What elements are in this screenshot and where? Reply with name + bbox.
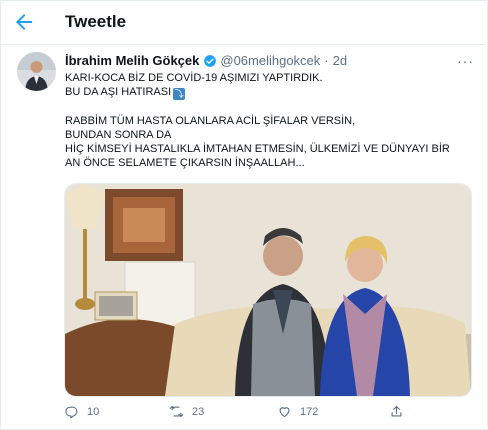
retweet-icon xyxy=(169,405,184,418)
like-icon xyxy=(279,407,290,418)
author-name[interactable]: İbrahim Melih Gökçek xyxy=(65,53,199,68)
tweet-actions: 10 23 172 xyxy=(64,404,424,422)
verified-badge-icon xyxy=(204,54,217,67)
arrow-emoji-icon: ⤵ xyxy=(173,88,186,100)
author-handle[interactable]: @06melihgokcek xyxy=(220,53,320,68)
back-arrow-icon[interactable] xyxy=(12,10,36,34)
reply-count: 10 xyxy=(87,405,100,418)
tweet-photo[interactable] xyxy=(64,183,472,397)
avatar[interactable] xyxy=(17,52,56,91)
like-count: 172 xyxy=(300,405,319,418)
tweet-line-with-emoji: BU DA AŞI HATIRASI ⤵ xyxy=(65,85,475,100)
tweet-line: BUNDAN SONRA DA xyxy=(65,129,172,141)
tweet-line: HİÇ KİMSEYİ HASTALIKLA İMTAHAN ETMESİN, … xyxy=(65,143,450,155)
reply-icon xyxy=(65,406,78,419)
tweet-line: BU DA AŞI HATIRASI xyxy=(65,86,172,98)
author-row: İbrahim Melih Gökçek @06melihgokcek · 2d xyxy=(65,53,347,68)
page-title: Tweetle xyxy=(65,12,127,31)
separator-dot: · xyxy=(324,53,329,68)
like-action[interactable]: 172 xyxy=(277,404,318,419)
tweet-line: KARI-KOCA BİZ DE COVİD-19 AŞIMIZI YAPTIR… xyxy=(65,72,323,84)
retweet-action[interactable]: 23 xyxy=(169,404,204,419)
page-header: Tweetle xyxy=(0,0,486,45)
reply-action[interactable]: 10 xyxy=(64,404,99,419)
tweet-line xyxy=(65,100,475,114)
retweet-count: 23 xyxy=(192,405,205,418)
share-icon xyxy=(391,405,402,417)
tweet-line: AN ÖNCE SELAMETE ÇIKARSIN İNŞAALLAH... xyxy=(65,157,305,169)
tweet-line: RABBİM TÜM HASTA OLANLARA ACİL ŞİFALAR V… xyxy=(65,115,356,127)
share-action[interactable] xyxy=(389,404,404,419)
tweet-text: KARI-KOCA BİZ DE COVİD-19 AŞIMIZI YAPTIR… xyxy=(65,71,475,170)
more-icon[interactable]: ··· xyxy=(457,53,474,69)
tweet-time[interactable]: 2d xyxy=(333,53,347,68)
